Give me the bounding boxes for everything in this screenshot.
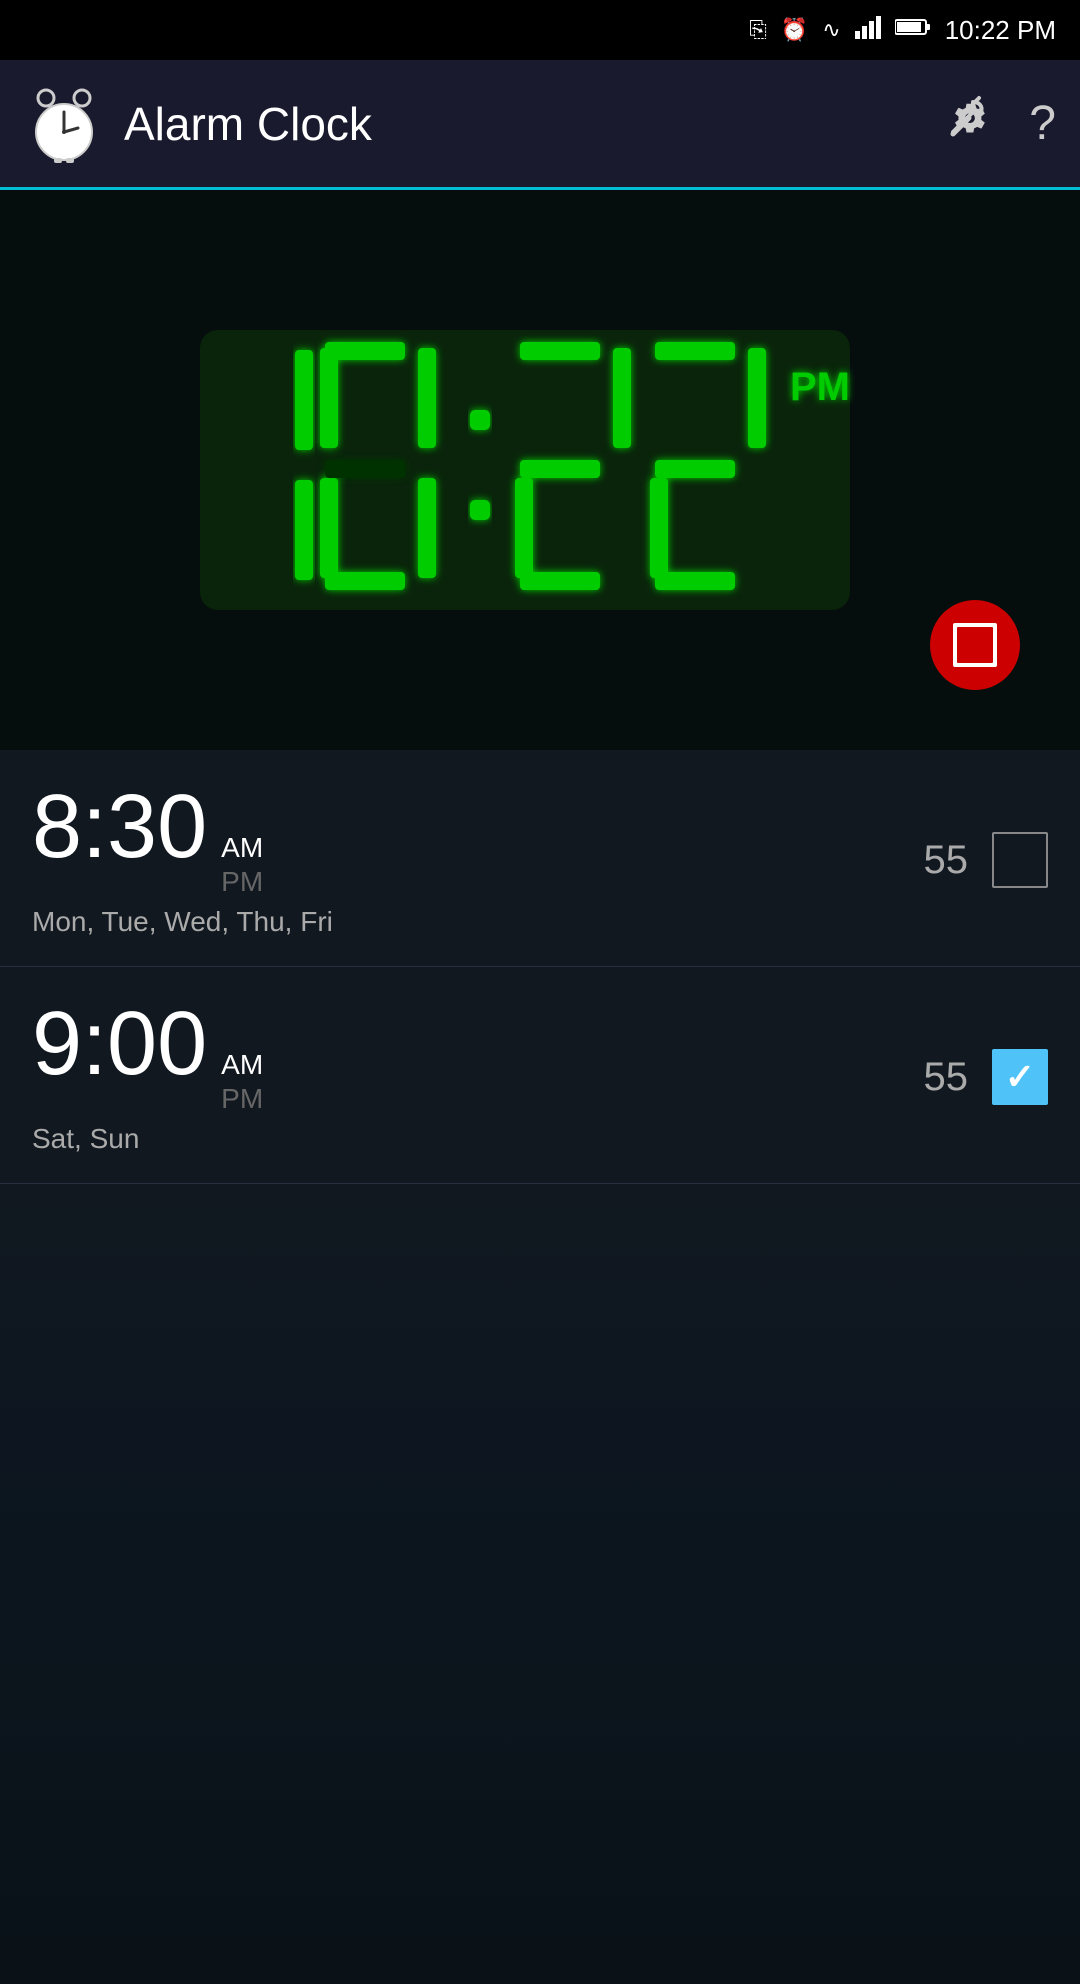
battery-icon	[895, 17, 931, 43]
alarm-time-section: 8:30 AM PM Mon, Tue, Wed, Thu, Fri	[32, 782, 924, 938]
alarm-right: 55 ✓	[924, 832, 1049, 888]
alarm-time-row: 8:30 AM PM	[32, 782, 924, 898]
alarm-period-stack: AM PM	[221, 832, 263, 898]
alarm-toggle-1[interactable]: ✓	[992, 832, 1048, 888]
bluetooth-icon: ⎘	[749, 17, 767, 43]
alarm-days: Sat, Sun	[32, 1123, 924, 1155]
signal-icon	[855, 15, 881, 45]
alarm-snooze: 55	[924, 838, 969, 883]
app-icon	[24, 84, 104, 164]
fullscreen-button[interactable]	[930, 600, 1020, 690]
alarm-icon: ⏰	[781, 17, 808, 43]
alarm-time-section: 9:00 AM PM Sat, Sun	[32, 999, 924, 1155]
alarm-toggle-2[interactable]: ✓	[992, 1049, 1048, 1105]
status-bar: ⎘ ⏰ ∿ 10:22 PM	[0, 0, 1080, 60]
alarm-time-row: 9:00 AM PM	[32, 999, 924, 1115]
alarm-item[interactable]: 9:00 AM PM Sat, Sun 55 ✓	[0, 967, 1080, 1184]
svg-text:PM: PM	[790, 365, 850, 409]
alarm-time: 8:30	[32, 782, 207, 872]
alarm-days: Mon, Tue, Wed, Thu, Fri	[32, 906, 924, 938]
header-actions: ?	[945, 94, 1056, 154]
app-header: Alarm Clock ?	[0, 60, 1080, 190]
clock-svg: PM	[190, 320, 890, 620]
wifi-icon: ∿	[822, 17, 840, 43]
alarm-period-pm: PM	[221, 866, 263, 898]
alarm-period-stack: AM PM	[221, 1049, 263, 1115]
alarm-snooze: 55	[924, 1055, 969, 1100]
digital-clock: PM	[190, 320, 890, 620]
empty-area	[0, 1184, 1080, 1984]
alarm-period-pm: PM	[221, 1083, 263, 1115]
app-title: Alarm Clock	[124, 97, 945, 151]
help-button[interactable]: ?	[1029, 96, 1056, 151]
checkmark-icon: ✓	[1005, 1056, 1035, 1098]
status-icons: ⎘ ⏰ ∿ 10:22 PM	[749, 15, 1056, 46]
status-time: 10:22 PM	[945, 15, 1056, 46]
alarm-list: 8:30 AM PM Mon, Tue, Wed, Thu, Fri 55 ✓ …	[0, 750, 1080, 1184]
alarm-period-am: AM	[221, 832, 263, 864]
clock-display[interactable]: PM	[0, 190, 1080, 750]
alarm-time: 9:00	[32, 999, 207, 1089]
alarm-item[interactable]: 8:30 AM PM Mon, Tue, Wed, Thu, Fri 55 ✓	[0, 750, 1080, 967]
alarm-right: 55 ✓	[924, 1049, 1049, 1105]
settings-button[interactable]	[945, 94, 993, 154]
alarm-period-am: AM	[221, 1049, 263, 1081]
